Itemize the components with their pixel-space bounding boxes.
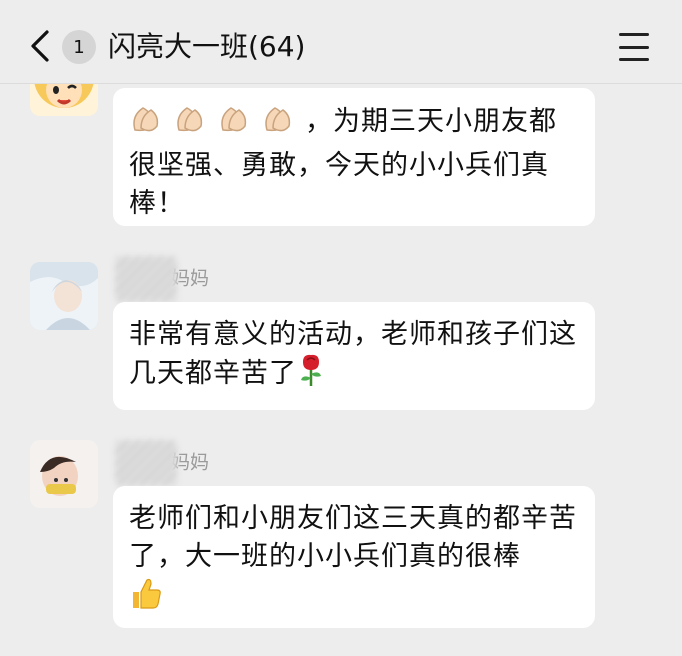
message-bubble[interactable]: 非常有意义的活动，老师和孩子们这几天都辛苦了	[113, 302, 595, 410]
chat-header: 1 闪亮大一班(64)	[0, 0, 682, 84]
chat-title: 闪亮大一班(64)	[108, 30, 306, 63]
sender-name: 妈妈	[115, 440, 209, 486]
unread-count-badge[interactable]: 1	[62, 30, 96, 64]
avatar-photo-icon	[30, 262, 98, 330]
blurred-name	[115, 440, 177, 486]
clapping-hands-icon	[129, 102, 305, 147]
message-text: 老师们和小朋友们这三天真的都辛苦了，大一班的小小兵们真的很棒	[129, 503, 577, 572]
sender-name: 妈妈	[115, 256, 209, 302]
avatar[interactable]	[30, 440, 98, 508]
thumbs-up-icon	[129, 576, 163, 621]
avatar-photo-icon	[30, 440, 98, 508]
blurred-name	[115, 256, 177, 302]
menu-icon	[619, 33, 649, 36]
chevron-left-icon	[31, 30, 49, 62]
back-button[interactable]	[22, 26, 58, 66]
rose-icon	[297, 354, 325, 399]
message-bubble[interactable]: ，为期三天小朋友都很坚强、勇敢，今天的小小兵们真棒！	[113, 88, 595, 226]
message-bubble[interactable]: 老师们和小朋友们这三天真的都辛苦了，大一班的小小兵们真的很棒	[113, 486, 595, 628]
message-text: 非常有意义的活动，老师和孩子们这几天都辛苦了	[129, 319, 577, 389]
avatar[interactable]	[30, 262, 98, 330]
menu-button[interactable]	[614, 30, 654, 64]
